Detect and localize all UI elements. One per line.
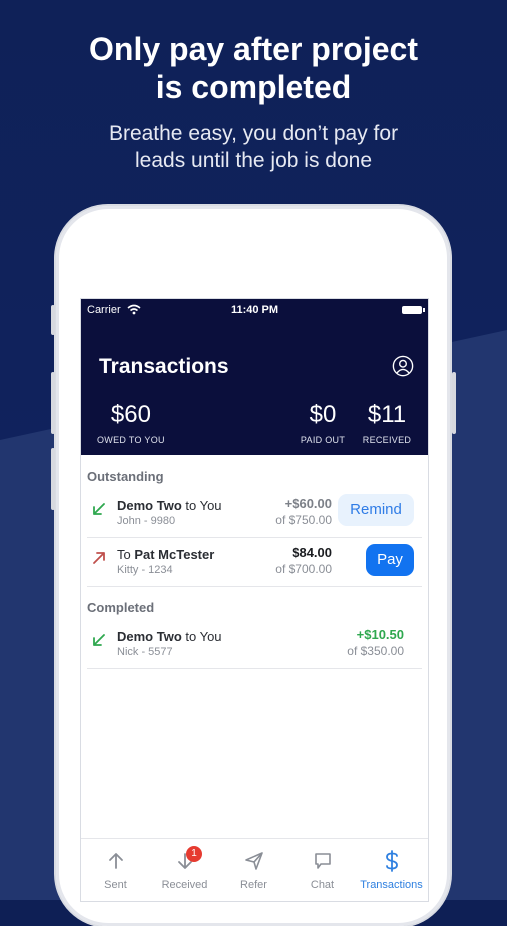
chat-bubble-icon — [314, 853, 331, 869]
transaction-amount: $84.00 — [292, 545, 332, 560]
subtitle-line-2: leads until the job is done — [135, 149, 372, 172]
stat-label: OWED TO YOU — [97, 435, 165, 445]
stat-received: $11 RECEIVED — [359, 401, 415, 445]
incoming-arrow-icon — [93, 634, 105, 646]
recipient-name: Pat McTester — [134, 547, 215, 562]
transaction-total: of $750.00 — [275, 513, 332, 527]
clock: 11:40 PM — [230, 304, 279, 316]
phone-power-button — [452, 372, 456, 434]
direction-prefix: To — [117, 547, 135, 562]
tab-refer[interactable]: Refer — [219, 849, 288, 891]
tab-label: Refer — [240, 879, 267, 891]
stat-value: $0 — [309, 401, 337, 428]
stat-owed-to-you: $60 OWED TO YOU — [97, 401, 165, 445]
promo-subtitle: Breathe easy, you don’t pay for leads un… — [0, 120, 507, 174]
stat-paid-out: $0 PAID OUT — [295, 401, 351, 445]
phone-volume-down — [51, 448, 55, 510]
battery-icon — [402, 306, 425, 314]
remind-button[interactable]: Remind — [338, 494, 414, 526]
tab-label: Transactions — [360, 879, 423, 891]
phone-volume-up — [51, 372, 55, 434]
tab-sent[interactable]: Sent — [81, 849, 150, 891]
stat-label: PAID OUT — [300, 435, 346, 445]
stat-label: RECEIVED — [362, 435, 412, 445]
transaction-total: of $350.00 — [347, 644, 404, 658]
incoming-arrow-icon — [93, 503, 105, 515]
promo-headline: Only pay after project is completed — [0, 30, 507, 106]
arrow-up-icon — [108, 853, 123, 869]
tab-bar: Sent 1 Received Refer Chat Transactions — [81, 838, 428, 901]
page-title: Transactions — [99, 355, 229, 378]
transaction-total: of $700.00 — [275, 562, 332, 576]
transaction-amount: +$60.00 — [284, 496, 332, 511]
transaction-subtitle: John - 9980 — [117, 515, 176, 527]
tab-label: Received — [161, 879, 208, 891]
recipient-text: to You — [181, 498, 222, 513]
pay-button[interactable]: Pay — [366, 544, 414, 576]
status-bar: Carrier 11:40 PM — [81, 304, 428, 318]
paper-plane-icon — [244, 852, 263, 870]
transaction-subtitle: Nick - 5577 — [117, 646, 173, 658]
recipient-text: to You — [181, 629, 222, 644]
sender-name: Demo Two — [117, 629, 182, 644]
tab-chat[interactable]: Chat — [288, 849, 357, 891]
phone-mute-switch — [51, 305, 55, 335]
section-completed-label: Completed — [87, 600, 155, 615]
dollar-icon — [385, 850, 398, 872]
sender-name: Demo Two — [117, 498, 182, 513]
stat-value: $11 — [367, 401, 407, 428]
transaction-title: Demo Two to You — [117, 498, 222, 513]
profile-icon[interactable] — [392, 355, 414, 377]
outgoing-arrow-icon — [93, 552, 105, 564]
notification-badge: 1 — [186, 846, 202, 862]
tab-transactions[interactable]: Transactions — [357, 849, 426, 891]
subtitle-line-1: Breathe easy, you don’t pay for — [108, 122, 399, 145]
tab-label: Chat — [310, 879, 335, 891]
transaction-title: To Pat McTester — [117, 547, 214, 562]
transaction-row[interactable]: To Pat McTester Kitty - 1234 $84.00 of $… — [87, 538, 422, 587]
transaction-row[interactable]: Demo Two to You Nick - 5577 +$10.50 of $… — [87, 620, 422, 669]
transactions-header: Carrier 11:40 PM Transactions $60 OWED T… — [81, 299, 428, 455]
transaction-row[interactable]: Demo Two to You John - 9980 +$60.00 of $… — [87, 489, 422, 538]
transaction-amount: +$10.50 — [356, 627, 404, 642]
stat-value: $60 — [110, 401, 151, 428]
tab-received[interactable]: 1 Received — [150, 846, 219, 891]
headline-line-1: Only pay after project — [89, 31, 418, 67]
app-screen: Carrier 11:40 PM Transactions $60 OWED T… — [80, 298, 429, 902]
section-outstanding-label: Outstanding — [87, 469, 164, 484]
transaction-title: Demo Two to You — [117, 629, 222, 644]
tab-label: Sent — [104, 879, 127, 891]
transaction-subtitle: Kitty - 1234 — [117, 564, 173, 576]
headline-line-2: is completed — [155, 69, 352, 105]
